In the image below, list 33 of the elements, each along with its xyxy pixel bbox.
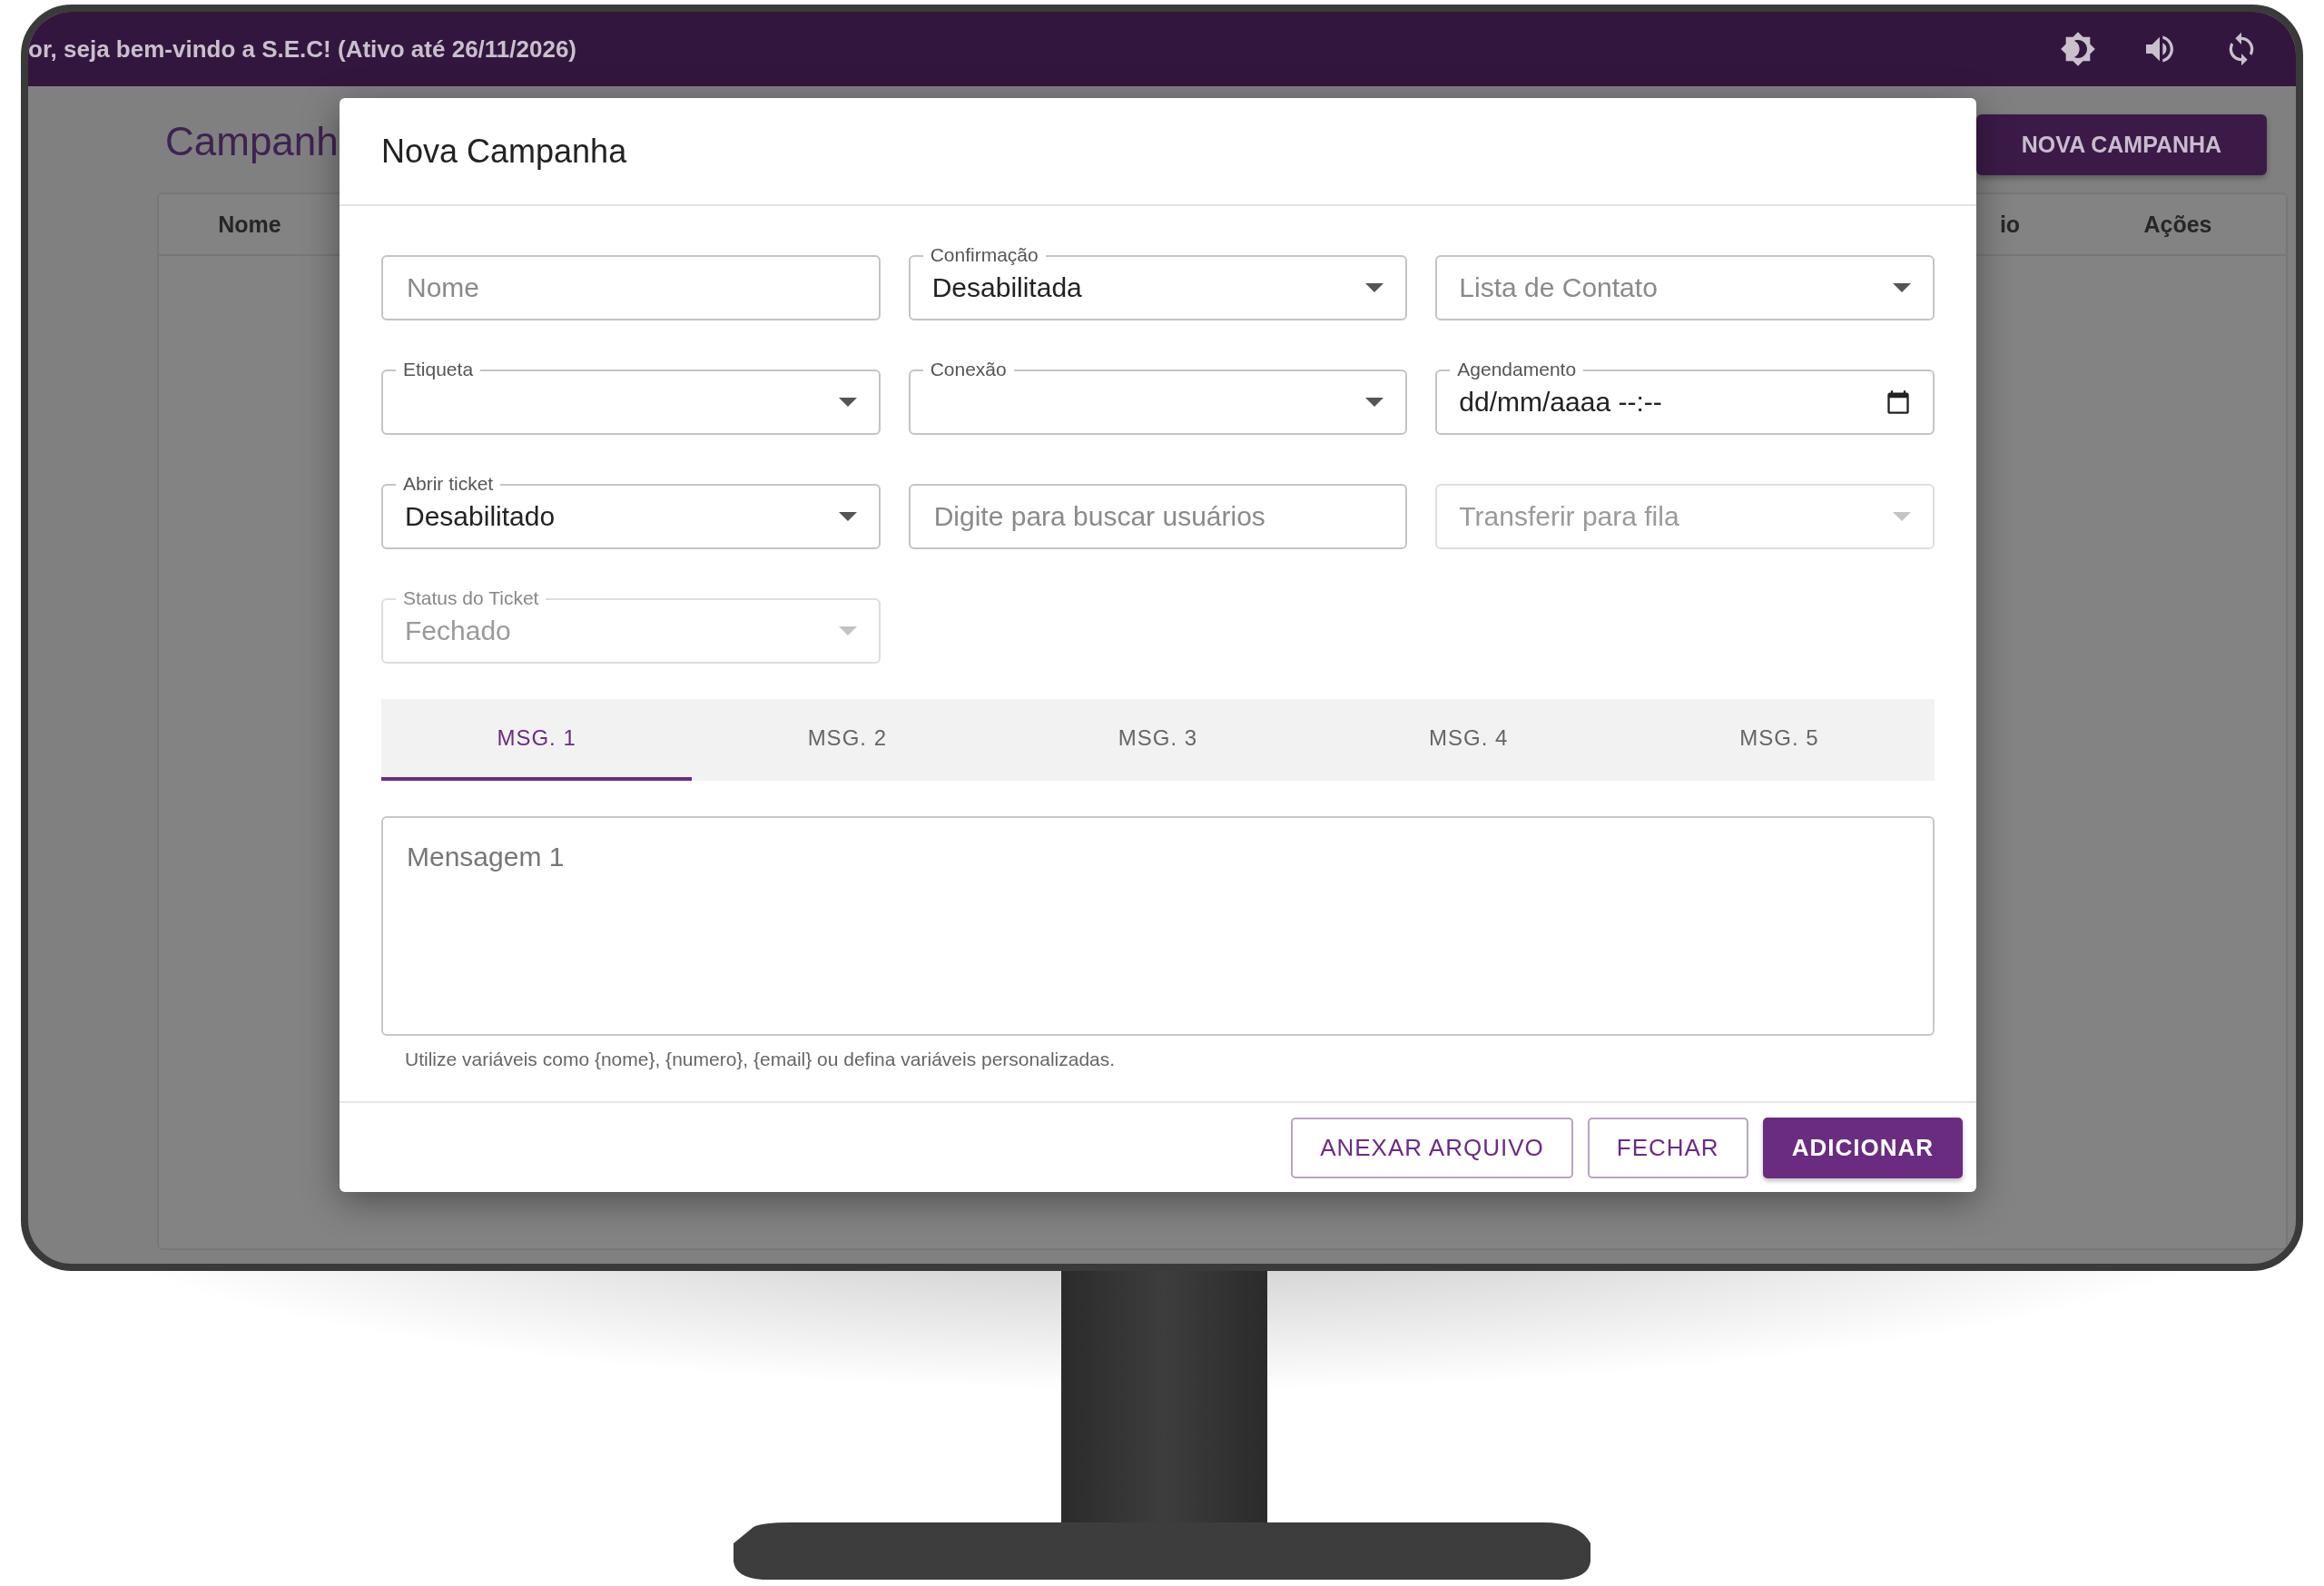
- add-button[interactable]: ADICIONAR: [1762, 1118, 1963, 1178]
- dropdown-caret-icon: [1365, 398, 1384, 407]
- message-tab[interactable]: MSG. 4: [1313, 699, 1624, 781]
- text-field[interactable]: Nome: [381, 255, 881, 320]
- dropdown-caret-icon: [1893, 512, 1911, 521]
- text-field[interactable]: Digite para buscar usuários: [908, 484, 1408, 549]
- column-header: io: [1998, 211, 2022, 238]
- helper-text: Utilize variáveis como {nome}, {numero}, {email} ou defina variáveis personalizadas.: [405, 1049, 1117, 1070]
- column-header: Nome: [217, 211, 282, 238]
- message-tab[interactable]: MSG. 5: [1623, 699, 1935, 781]
- select-field[interactable]: Etiqueta: [381, 356, 881, 435]
- message-tab[interactable]: MSG. 3: [1002, 699, 1314, 781]
- dialog-title: Nova Campanha: [381, 132, 627, 171]
- dropdown-caret-icon: [838, 512, 857, 521]
- column-header: Ações: [2142, 211, 2213, 238]
- dialog-button[interactable]: ANEXAR ARQUIVO: [1291, 1118, 1573, 1178]
- new-campaign-button[interactable]: NOVA CAMPANHA: [1976, 114, 2267, 175]
- dialog-button[interactable]: FECHAR: [1587, 1118, 1748, 1178]
- dropdown-caret-icon: [838, 398, 857, 407]
- dropdown-caret-icon: [838, 626, 857, 635]
- dropdown-caret-icon: [1365, 283, 1384, 292]
- calendar-icon[interactable]: [1886, 389, 1911, 415]
- message-tab[interactable]: MSG. 2: [692, 699, 1003, 781]
- page-title: Campanh: [165, 119, 339, 164]
- theme-icon[interactable]: [2060, 31, 2096, 67]
- select-field[interactable]: Conexão: [908, 356, 1408, 435]
- message-field[interactable]: Mensagem 1: [381, 816, 1935, 1036]
- greeting-text: or, seja bem-vindo a S.E.C! (Ativo até 26/11/2026): [28, 34, 578, 64]
- message-tab[interactable]: MSG. 1: [381, 699, 693, 781]
- select-field[interactable]: Abrir ticket Desabilitado: [381, 470, 881, 549]
- dropdown-caret-icon: [1893, 283, 1911, 292]
- date-field[interactable]: Agendamento dd/mm/aaaa --:--: [1435, 356, 1935, 435]
- select-field[interactable]: Confirmação Desabilitada: [908, 241, 1408, 320]
